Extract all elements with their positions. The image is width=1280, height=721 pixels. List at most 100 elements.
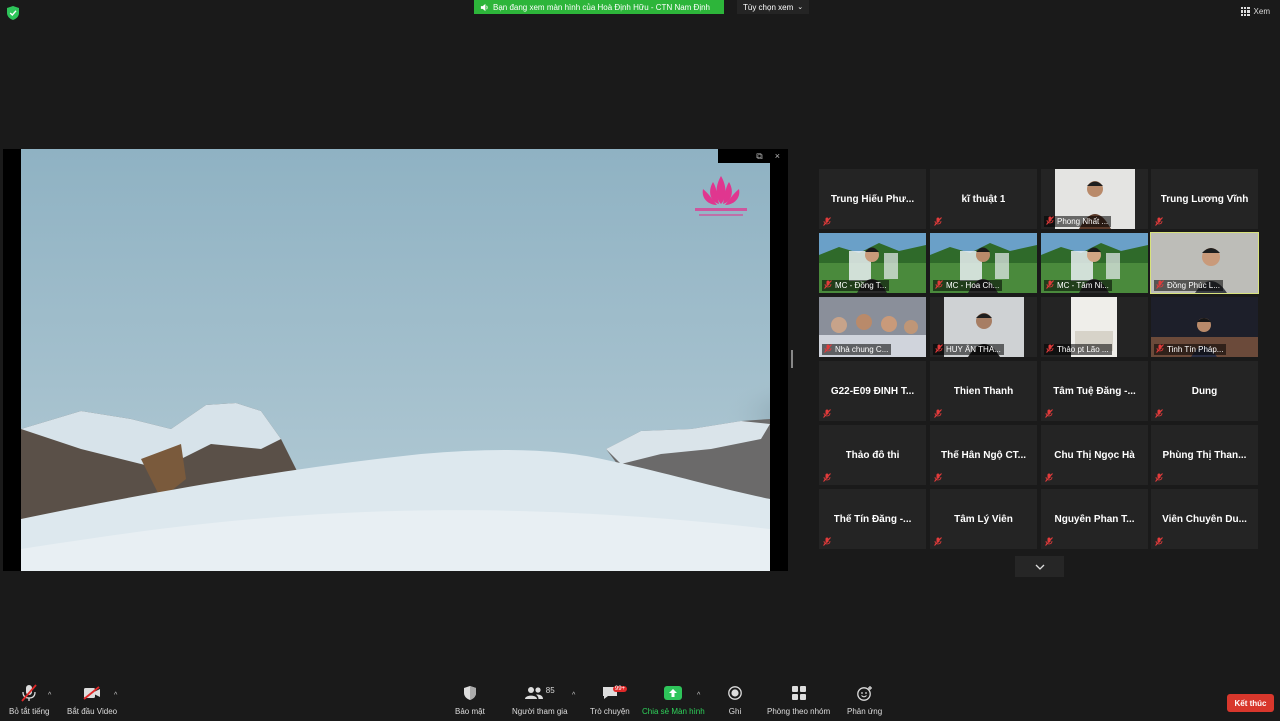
security-shield-icon[interactable] <box>7 6 19 20</box>
start-video-button[interactable]: Bắt đầu Video <box>67 683 117 716</box>
participant-tile[interactable]: MC - Hoa Ch... <box>930 233 1037 293</box>
muted-microphone-icon <box>824 344 832 353</box>
participant-tile[interactable]: Phùng Thị Than... <box>1151 425 1258 485</box>
participant-tile[interactable]: Trung Hiếu Phư... <box>819 169 926 229</box>
participant-tile[interactable]: Phong Nhất ... <box>1041 169 1148 229</box>
participant-tile[interactable]: Nhà chung C... <box>819 297 926 357</box>
participant-tile[interactable]: HUY ÂN THA... <box>930 297 1037 357</box>
audio-options-caret[interactable]: ^ <box>48 692 51 699</box>
view-options-button[interactable]: Tùy chọn xem ⌄ <box>737 0 810 14</box>
reactions-button[interactable]: Phản ứng <box>847 683 882 716</box>
snowy-mountain-scene <box>21 149 770 571</box>
participant-tile[interactable]: G22-E09 ĐINH T... <box>819 361 926 421</box>
shared-screen[interactable]: ⧉ × <box>3 149 788 571</box>
panel-resize-handle[interactable] <box>791 350 793 368</box>
share-options-caret[interactable]: ^ <box>697 692 700 699</box>
participant-tile[interactable]: Thảo pt Lão ... <box>1041 297 1148 357</box>
share-banner-text: Bạn đang xem màn hình của Hoà Định Hữu -… <box>493 2 711 12</box>
participants-label: Người tham gia <box>512 707 568 716</box>
view-button-label: Xem <box>1253 7 1270 16</box>
participant-name: Phùng Thị Than... <box>1162 449 1247 461</box>
participant-name: Nhà chung C... <box>822 344 892 355</box>
participant-name: Thể Tín Đăng -... <box>833 513 912 525</box>
participant-name: Trung Lương Vĩnh <box>1160 193 1249 205</box>
muted-microphone-icon <box>824 280 832 289</box>
grid-view-icon <box>1240 7 1250 16</box>
participant-tile[interactable]: Trung Lương Vĩnh <box>1151 169 1258 229</box>
record-icon <box>728 686 742 700</box>
participant-tile[interactable]: Tinh Tín Pháp... <box>1151 297 1258 357</box>
muted-microphone-icon <box>934 409 942 418</box>
speaker-icon <box>480 3 488 11</box>
participant-tile[interactable]: Thảo đỗ thi <box>819 425 926 485</box>
chat-button[interactable]: 99+ Trò chuyện <box>590 683 630 716</box>
participant-tile[interactable]: Thể Tín Đăng -... <box>819 489 926 549</box>
participants-button[interactable]: 85 Người tham gia <box>512 683 568 717</box>
muted-microphone-icon <box>1155 473 1163 482</box>
participant-name: Tâm Lý Viên <box>954 513 1013 525</box>
restore-icon[interactable]: ⧉ <box>756 151 762 162</box>
participant-tile[interactable]: Dung <box>1151 361 1258 421</box>
participants-options-caret[interactable]: ^ <box>572 692 575 699</box>
view-button[interactable]: Xem <box>1240 7 1270 16</box>
muted-microphone-icon <box>1045 409 1053 418</box>
reactions-label: Phản ứng <box>847 707 883 716</box>
end-meeting-button[interactable]: Kết thúc <box>1227 694 1274 712</box>
reactions-icon <box>856 686 872 701</box>
participant-name: Chu Thị Ngọc Hà <box>1054 449 1135 461</box>
muted-microphone-icon <box>1045 473 1053 482</box>
muted-microphone-icon <box>1155 537 1163 546</box>
breakout-rooms-icon <box>791 686 806 700</box>
share-window-controls: ⧉ × <box>718 149 786 163</box>
muted-microphone-icon <box>1155 217 1163 226</box>
share-screen-icon <box>664 686 683 700</box>
chevron-down-icon: ⌄ <box>797 4 804 11</box>
chat-label: Trò chuyện <box>590 707 630 716</box>
shared-video <box>21 149 770 571</box>
participant-tile[interactable]: Nguyễn Phan T... <box>1041 489 1148 549</box>
participant-name: Thien Thanh <box>953 385 1014 397</box>
participant-tile[interactable]: Thể Hân Ngộ CT... <box>930 425 1037 485</box>
participant-tile[interactable]: Thien Thanh <box>930 361 1037 421</box>
gallery-next-page-button[interactable] <box>1015 556 1064 577</box>
participant-tile[interactable]: kĩ thuật 1 <box>930 169 1037 229</box>
participant-tile[interactable]: Viên Chuyên Du... <box>1151 489 1258 549</box>
security-button[interactable]: Bảo mật <box>455 683 485 716</box>
participant-tile[interactable]: Tâm Tuệ Đăng -... <box>1041 361 1148 421</box>
muted-microphone-icon <box>1046 344 1054 353</box>
participant-name: Trung Hiếu Phư... <box>830 193 915 205</box>
video-options-caret[interactable]: ^ <box>114 692 117 699</box>
share-screen-button[interactable]: Chia sẻ Màn hình <box>642 683 705 716</box>
participant-tile[interactable]: Chu Thị Ngọc Hà <box>1041 425 1148 485</box>
security-label: Bảo mật <box>455 707 485 716</box>
muted-microphone-icon <box>1156 344 1164 353</box>
record-button[interactable]: Ghi <box>728 683 742 716</box>
participant-tile[interactable]: MC - Đồng T... <box>819 233 926 293</box>
participant-name: HUY ÂN THA... <box>933 344 1004 355</box>
muted-microphone-icon <box>1046 216 1054 225</box>
breakout-rooms-label: Phòng theo nhóm <box>767 707 831 716</box>
breakout-rooms-button[interactable]: Phòng theo nhóm <box>767 683 830 716</box>
participant-name: Thảo pt Lão ... <box>1044 344 1112 355</box>
muted-microphone-icon <box>1046 280 1054 289</box>
participant-tile[interactable]: MC - Tâm Ni... <box>1041 233 1148 293</box>
participant-tile[interactable]: Tâm Lý Viên <box>930 489 1037 549</box>
close-icon[interactable]: × <box>775 151 780 161</box>
chevron-down-icon <box>1035 564 1044 570</box>
participant-name: MC - Đồng T... <box>822 280 890 291</box>
participant-name: Phong Nhất ... <box>1044 216 1112 227</box>
participant-name: MC - Hoa Ch... <box>933 280 1003 291</box>
muted-microphone-icon <box>21 684 37 702</box>
muted-microphone-icon <box>934 537 942 546</box>
participant-name: MC - Tâm Ni... <box>1044 280 1112 291</box>
participant-name: Viên Chuyên Du... <box>1162 513 1247 525</box>
participant-name: Nguyễn Phan T... <box>1054 513 1135 525</box>
unmute-button[interactable]: Bỏ tắt tiếng <box>9 683 49 716</box>
view-options-label: Tùy chọn xem <box>743 2 794 12</box>
video-off-icon <box>83 686 101 700</box>
participant-name: Tinh Tín Pháp... <box>1154 344 1227 355</box>
muted-microphone-icon <box>935 280 943 289</box>
participant-name: Thể Hân Ngộ CT... <box>941 449 1026 461</box>
participant-tile[interactable]: Đồng Phúc L... <box>1150 232 1259 294</box>
participant-name: G22-E09 ĐINH T... <box>830 385 915 397</box>
